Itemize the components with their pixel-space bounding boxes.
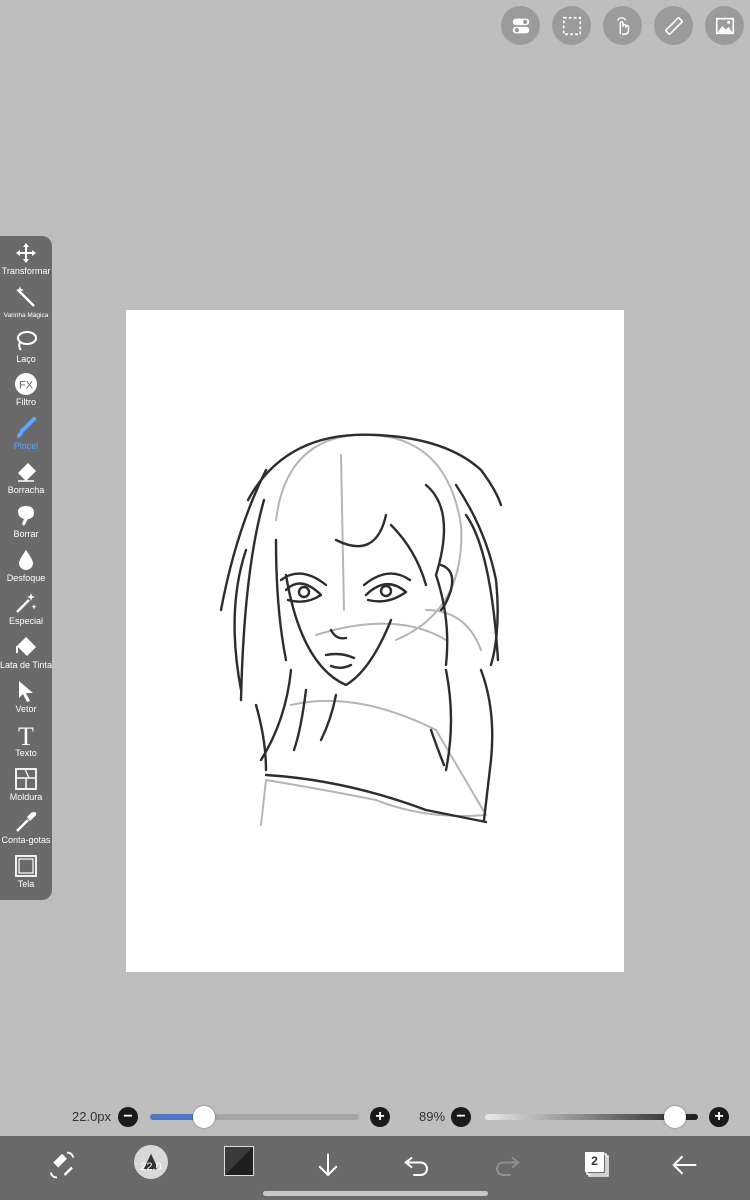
eyedropper-icon bbox=[14, 810, 38, 834]
tool-label: Filtro bbox=[16, 397, 36, 408]
back-arrow-icon[interactable] bbox=[668, 1148, 702, 1182]
opacity-knob[interactable] bbox=[663, 1106, 686, 1128]
tool-paint-bucket[interactable]: Lata de Tinta bbox=[0, 630, 52, 674]
frame-icon bbox=[14, 767, 38, 791]
tool-eyedropper[interactable]: Conta-gotas bbox=[0, 805, 52, 849]
drawing-canvas[interactable] bbox=[126, 310, 624, 972]
lasso-icon bbox=[14, 329, 38, 353]
tool-magic-wand[interactable]: Varinha Mágica bbox=[0, 280, 52, 324]
tool-transform[interactable]: Transformar bbox=[0, 236, 52, 280]
magic-wand-icon bbox=[14, 285, 38, 309]
layers-button[interactable]: 2 bbox=[580, 1148, 612, 1180]
tool-label: Vetor bbox=[15, 703, 37, 714]
toggle-icon[interactable] bbox=[501, 6, 540, 45]
svg-text:FX: FX bbox=[19, 380, 34, 392]
undo-icon[interactable] bbox=[400, 1148, 434, 1182]
tool-filter[interactable]: FX Filtro bbox=[0, 367, 52, 411]
canvas-icon bbox=[14, 854, 38, 878]
image-icon[interactable] bbox=[705, 6, 744, 45]
tool-eraser[interactable]: Borracha bbox=[0, 455, 52, 499]
brush-size-decrease-button[interactable]: − bbox=[118, 1107, 138, 1127]
swap-tool-icon[interactable] bbox=[45, 1148, 79, 1182]
color-swatch[interactable] bbox=[224, 1146, 254, 1176]
move-icon bbox=[14, 241, 38, 265]
brush-preview-button[interactable]: 22.0 bbox=[134, 1145, 168, 1179]
blur-drop-icon bbox=[14, 548, 38, 572]
brush-icon bbox=[14, 416, 38, 440]
opacity-value: 89% bbox=[419, 1109, 446, 1124]
text-icon: T bbox=[14, 723, 38, 747]
tool-frame[interactable]: Moldura bbox=[0, 762, 52, 806]
tool-label: Tela bbox=[17, 879, 35, 890]
brush-settings-bar: 22.0px − + 89% − + bbox=[0, 1103, 750, 1131]
svg-text:T: T bbox=[18, 723, 34, 747]
tool-label: Borracha bbox=[7, 484, 45, 495]
opacity-decrease-button[interactable]: − bbox=[451, 1107, 471, 1127]
tool-label: Desfoque bbox=[6, 572, 46, 583]
brush-size-slider[interactable] bbox=[150, 1114, 359, 1120]
sketch-drawing bbox=[219, 433, 503, 826]
opacity-increase-button[interactable]: + bbox=[709, 1107, 729, 1127]
home-indicator bbox=[263, 1191, 488, 1196]
tool-label: Pincel bbox=[13, 441, 39, 452]
smudge-icon bbox=[14, 504, 38, 528]
fx-icon: FX bbox=[14, 372, 38, 396]
tool-lasso[interactable]: Laço bbox=[0, 324, 52, 368]
top-toolbar bbox=[501, 6, 744, 45]
tool-canvas[interactable]: Tela bbox=[0, 849, 52, 893]
special-icon bbox=[14, 591, 38, 615]
tool-label: Transformar bbox=[1, 266, 51, 276]
tool-label: Moldura bbox=[9, 791, 43, 802]
tool-label: Lata de Tinta bbox=[0, 660, 53, 671]
brush-size-increase-button[interactable]: + bbox=[370, 1107, 390, 1127]
vector-arrow-icon bbox=[14, 679, 38, 703]
brush-preview-size: 22.0 bbox=[140, 1161, 162, 1173]
layer-count: 2 bbox=[591, 1154, 598, 1168]
tool-blur[interactable]: Desfoque bbox=[0, 543, 52, 587]
touch-icon[interactable] bbox=[603, 6, 642, 45]
download-arrow-icon[interactable] bbox=[311, 1148, 345, 1182]
ruler-icon[interactable] bbox=[654, 6, 693, 45]
tool-vector[interactable]: Vetor bbox=[0, 674, 52, 718]
tool-special[interactable]: Especial bbox=[0, 586, 52, 630]
tool-label: Borrar bbox=[13, 528, 39, 539]
paint-bucket-icon bbox=[14, 635, 38, 659]
redo-icon[interactable] bbox=[490, 1148, 524, 1182]
brush-size-knob[interactable] bbox=[193, 1106, 216, 1128]
tool-label: Conta-gotas bbox=[1, 835, 51, 846]
tool-smudge[interactable]: Borrar bbox=[0, 499, 52, 543]
tool-text[interactable]: T Texto bbox=[0, 718, 52, 762]
selection-icon[interactable] bbox=[552, 6, 591, 45]
tool-label: Texto bbox=[15, 747, 37, 758]
tool-label: Varinha Mágica bbox=[3, 311, 49, 319]
brush-size-value: 22.0px bbox=[72, 1109, 112, 1124]
tool-brush[interactable]: Pincel bbox=[0, 411, 52, 455]
tool-label: Laço bbox=[16, 353, 36, 364]
tool-palette: Transformar Varinha Mágica Laço FX Filtr… bbox=[0, 236, 52, 900]
eraser-icon bbox=[14, 460, 38, 484]
tool-label: Especial bbox=[8, 616, 44, 627]
